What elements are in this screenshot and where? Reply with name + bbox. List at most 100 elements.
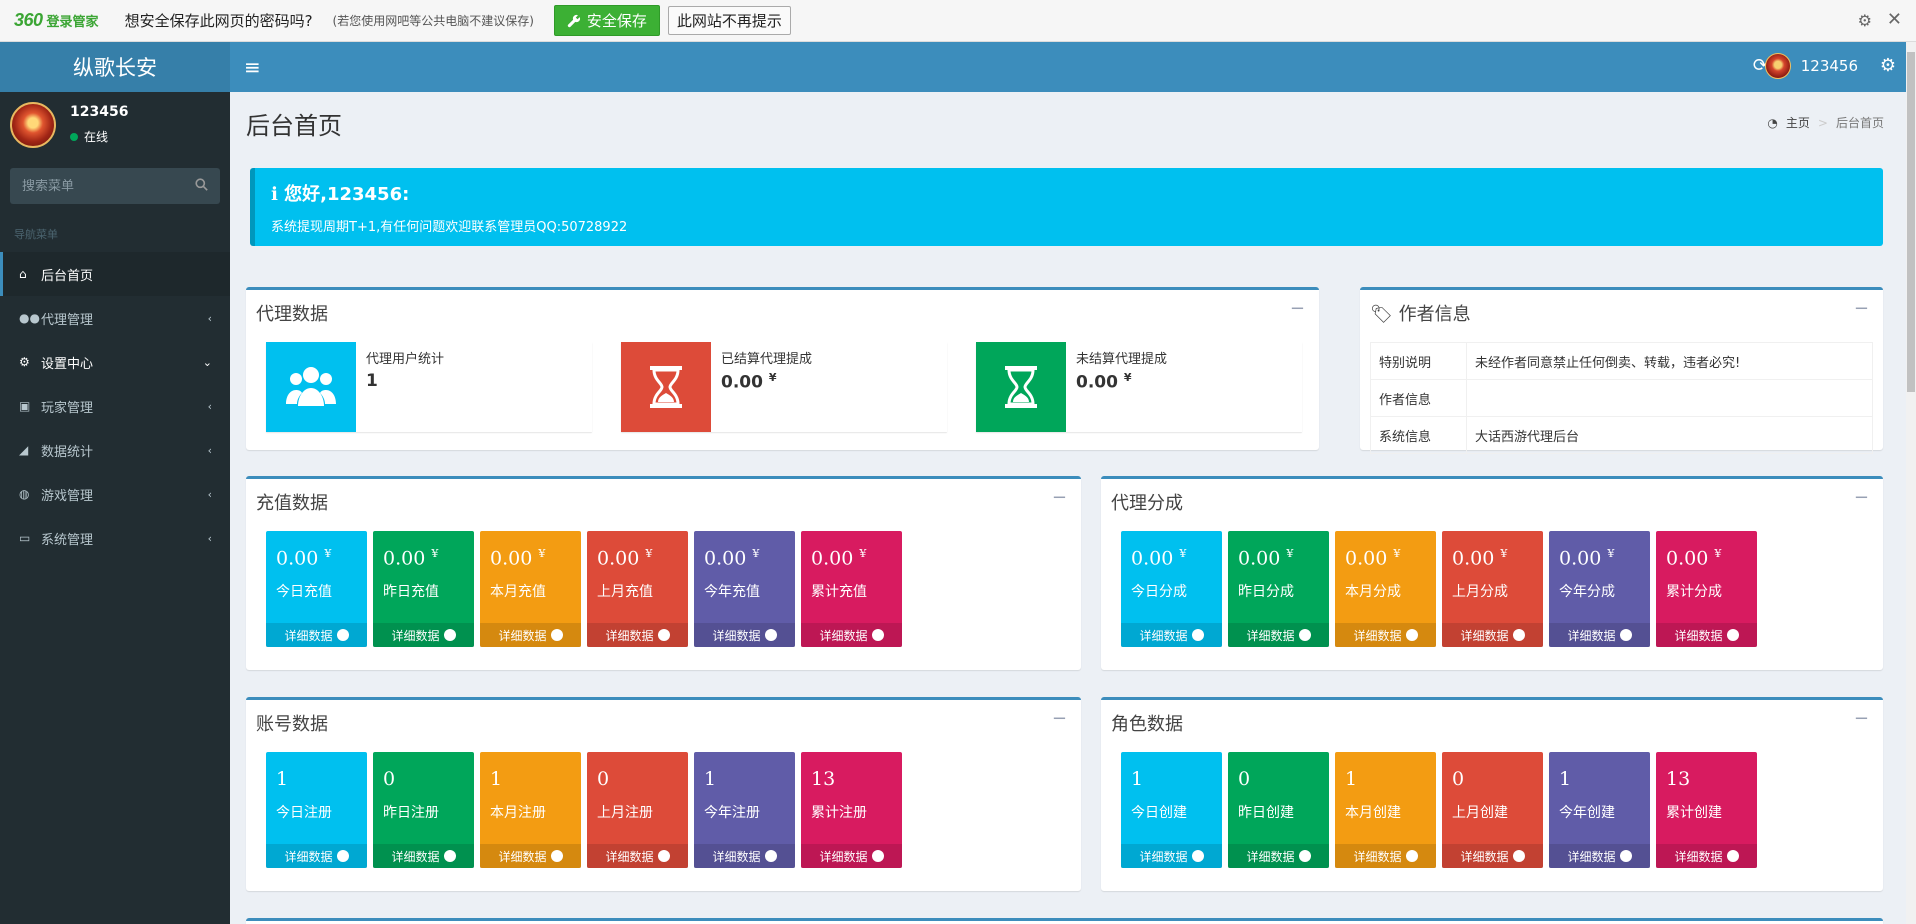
stat-tile-value: 0.00 ¥ xyxy=(1666,547,1721,569)
close-icon[interactable]: ✕ xyxy=(1887,9,1902,30)
stat-value-number: 1 xyxy=(490,768,503,790)
save-password-hint: (若您使用网吧等公共电脑不建议保存) xyxy=(332,14,534,28)
gear-icon[interactable]: ⚙ xyxy=(1858,11,1872,30)
currency-unit: ¥ xyxy=(1123,371,1132,384)
avatar xyxy=(10,102,56,148)
stat-tile-this-month: 0.00 ¥ 本月分成 详细数据 › xyxy=(1335,531,1436,647)
stat-tile-label: 昨日创建 xyxy=(1238,805,1294,821)
details-link[interactable]: 详细数据 › xyxy=(587,844,688,868)
details-link[interactable]: 详细数据 › xyxy=(1121,844,1222,868)
sidebar-item-home[interactable]: ⌂ 后台首页 xyxy=(0,252,230,296)
arrow-circle-right-icon: › xyxy=(550,850,563,862)
sidebar-item-label: 系统管理 xyxy=(41,532,94,548)
stat-tile-value: 0.00 ¥ xyxy=(1452,547,1507,569)
details-link[interactable]: 详细数据 › xyxy=(587,623,688,647)
currency-unit: ¥ xyxy=(752,547,760,560)
details-link[interactable]: 详细数据 › xyxy=(801,623,902,647)
details-link[interactable]: 详细数据 › xyxy=(480,623,581,647)
details-link[interactable]: 详细数据 › xyxy=(373,844,474,868)
details-link[interactable]: 详细数据 › xyxy=(1549,623,1650,647)
scrollbar-thumb[interactable] xyxy=(1907,52,1915,392)
details-link[interactable]: 详细数据 › xyxy=(1442,844,1543,868)
details-link-label: 详细数据 xyxy=(284,849,333,864)
box-title: 代理数据 xyxy=(256,304,328,325)
details-link[interactable]: 详细数据 › xyxy=(1335,623,1436,647)
currency-unit: ¥ xyxy=(1286,547,1294,560)
sidebar-item-agents[interactable]: ●● 代理管理 ‹ xyxy=(0,296,230,340)
sidebar-item-players[interactable]: ▣ 玩家管理 ‹ xyxy=(0,384,230,428)
collapse-icon[interactable]: − xyxy=(1854,708,1869,729)
author-info-table: 特别说明 未经作者同意禁止任何倒卖、转载，违者必究! 作者信息 系统信息 大话西… xyxy=(1370,342,1873,454)
details-link[interactable]: 详细数据 › xyxy=(1656,844,1757,868)
collapse-icon[interactable]: − xyxy=(1854,487,1869,508)
details-link[interactable]: 详细数据 › xyxy=(373,623,474,647)
collapse-icon[interactable]: − xyxy=(1052,487,1067,508)
details-link[interactable]: 详细数据 › xyxy=(801,844,902,868)
arrow-circle-right-icon: › xyxy=(1405,629,1418,641)
details-link[interactable]: 详细数据 › xyxy=(694,844,795,868)
stat-tile-value: 0.00 ¥ xyxy=(490,547,545,569)
safe-save-button[interactable]: 安全保存 xyxy=(553,5,660,36)
page-scrollbar[interactable] xyxy=(1906,42,1916,924)
app-logo[interactable]: 纵歌长安 xyxy=(0,42,230,92)
stat-tile-today: 0.00 ¥ 今日分成 详细数据 › xyxy=(1121,531,1222,647)
sidebar-item-statistics[interactable]: ◢ 数据统计 ‹ xyxy=(0,428,230,472)
breadcrumb-separator: > xyxy=(1817,115,1828,130)
next-box-partial xyxy=(246,918,1883,924)
sidebar-item-settings[interactable]: ⚙ 设置中心 ⌄ xyxy=(0,340,230,384)
menu-search-input[interactable] xyxy=(22,178,182,194)
stat-value-number: 1 xyxy=(1559,768,1572,790)
table-cell-key: 作者信息 xyxy=(1370,379,1467,417)
arrow-circle-right-icon: › xyxy=(1512,850,1525,862)
no-more-prompt-button[interactable]: 此网站不再提示 xyxy=(667,6,791,35)
user-menu[interactable]: 123456 xyxy=(1764,53,1858,79)
stat-tile-yesterday: 0.00 ¥ 昨日分成 详细数据 › xyxy=(1228,531,1329,647)
sidebar-toggle-icon[interactable]: ≡ xyxy=(244,55,261,79)
box-title: 角色数据 xyxy=(1111,714,1183,735)
chevron-left-icon: ‹ xyxy=(207,443,212,457)
sidebar-item-system[interactable]: ▭ 系统管理 ‹ xyxy=(0,516,230,560)
sidebar-item-games[interactable]: ◍ 游戏管理 ‹ xyxy=(0,472,230,516)
online-status: 在线 xyxy=(70,128,108,145)
page-title: 后台首页 xyxy=(246,112,342,140)
details-link[interactable]: 详细数据 › xyxy=(1228,844,1329,868)
details-link[interactable]: 详细数据 › xyxy=(1335,844,1436,868)
stat-value-number: 0.00 xyxy=(490,547,533,570)
details-link[interactable]: 详细数据 › xyxy=(266,623,367,647)
stat-tile-total: 0.00 ¥ 累计充值 详细数据 › xyxy=(801,531,902,647)
details-link[interactable]: 详细数据 › xyxy=(1121,623,1222,647)
breadcrumb-current: 后台首页 xyxy=(1835,116,1884,130)
info-label: 未结算代理提成 xyxy=(1076,352,1168,367)
sidebar-username: 123456 xyxy=(70,104,129,120)
details-link[interactable]: 详细数据 › xyxy=(694,623,795,647)
info-icon: ℹ xyxy=(271,184,285,205)
details-link-label: 详细数据 xyxy=(819,628,868,643)
stat-tile-label: 今日创建 xyxy=(1131,805,1187,821)
author-info-box: 🏷 作者信息 − 特别说明 未经作者同意禁止任何倒卖、转载，违者必究! 作者信息… xyxy=(1360,287,1883,454)
details-link[interactable]: 详细数据 › xyxy=(1656,623,1757,647)
details-link[interactable]: 详细数据 › xyxy=(1549,844,1650,868)
stat-value-number: 0.00 xyxy=(597,547,640,570)
stat-tile-label: 今年创建 xyxy=(1559,805,1615,821)
cogs-icon[interactable]: ⚙ xyxy=(1880,55,1896,76)
collapse-icon[interactable]: − xyxy=(1052,708,1067,729)
stat-tile-label: 上月分成 xyxy=(1452,584,1508,600)
details-link[interactable]: 详细数据 › xyxy=(480,844,581,868)
details-link[interactable]: 详细数据 › xyxy=(1442,623,1543,647)
details-link[interactable]: 详细数据 › xyxy=(1228,623,1329,647)
role-data-box: 角色数据 − 1 今日创建 详细数据 › 0 昨日创建 详细数据 › 1 本月创建 详细数据 › 0 上月… xyxy=(1101,697,1883,891)
stat-value-number: 1 xyxy=(1345,768,1358,790)
collapse-icon[interactable]: − xyxy=(1290,298,1305,319)
stat-tile-value: 13 xyxy=(811,768,835,790)
collapse-icon[interactable]: − xyxy=(1854,298,1869,319)
home-icon: ⌂ xyxy=(19,267,27,281)
details-link[interactable]: 详细数据 › xyxy=(266,844,367,868)
arrow-circle-right-icon: › xyxy=(1405,850,1418,862)
stat-tile-value: 0 xyxy=(1452,768,1464,790)
stat-value-number: 0.00 xyxy=(1345,547,1388,570)
info-box: 已结算代理提成 0.00 ¥ xyxy=(621,342,947,432)
table-cell-key: 特别说明 xyxy=(1370,342,1467,380)
breadcrumb-home[interactable]: 主页 xyxy=(1786,114,1810,131)
search-icon[interactable] xyxy=(195,177,208,195)
arrow-circle-right-icon: › xyxy=(1298,850,1311,862)
